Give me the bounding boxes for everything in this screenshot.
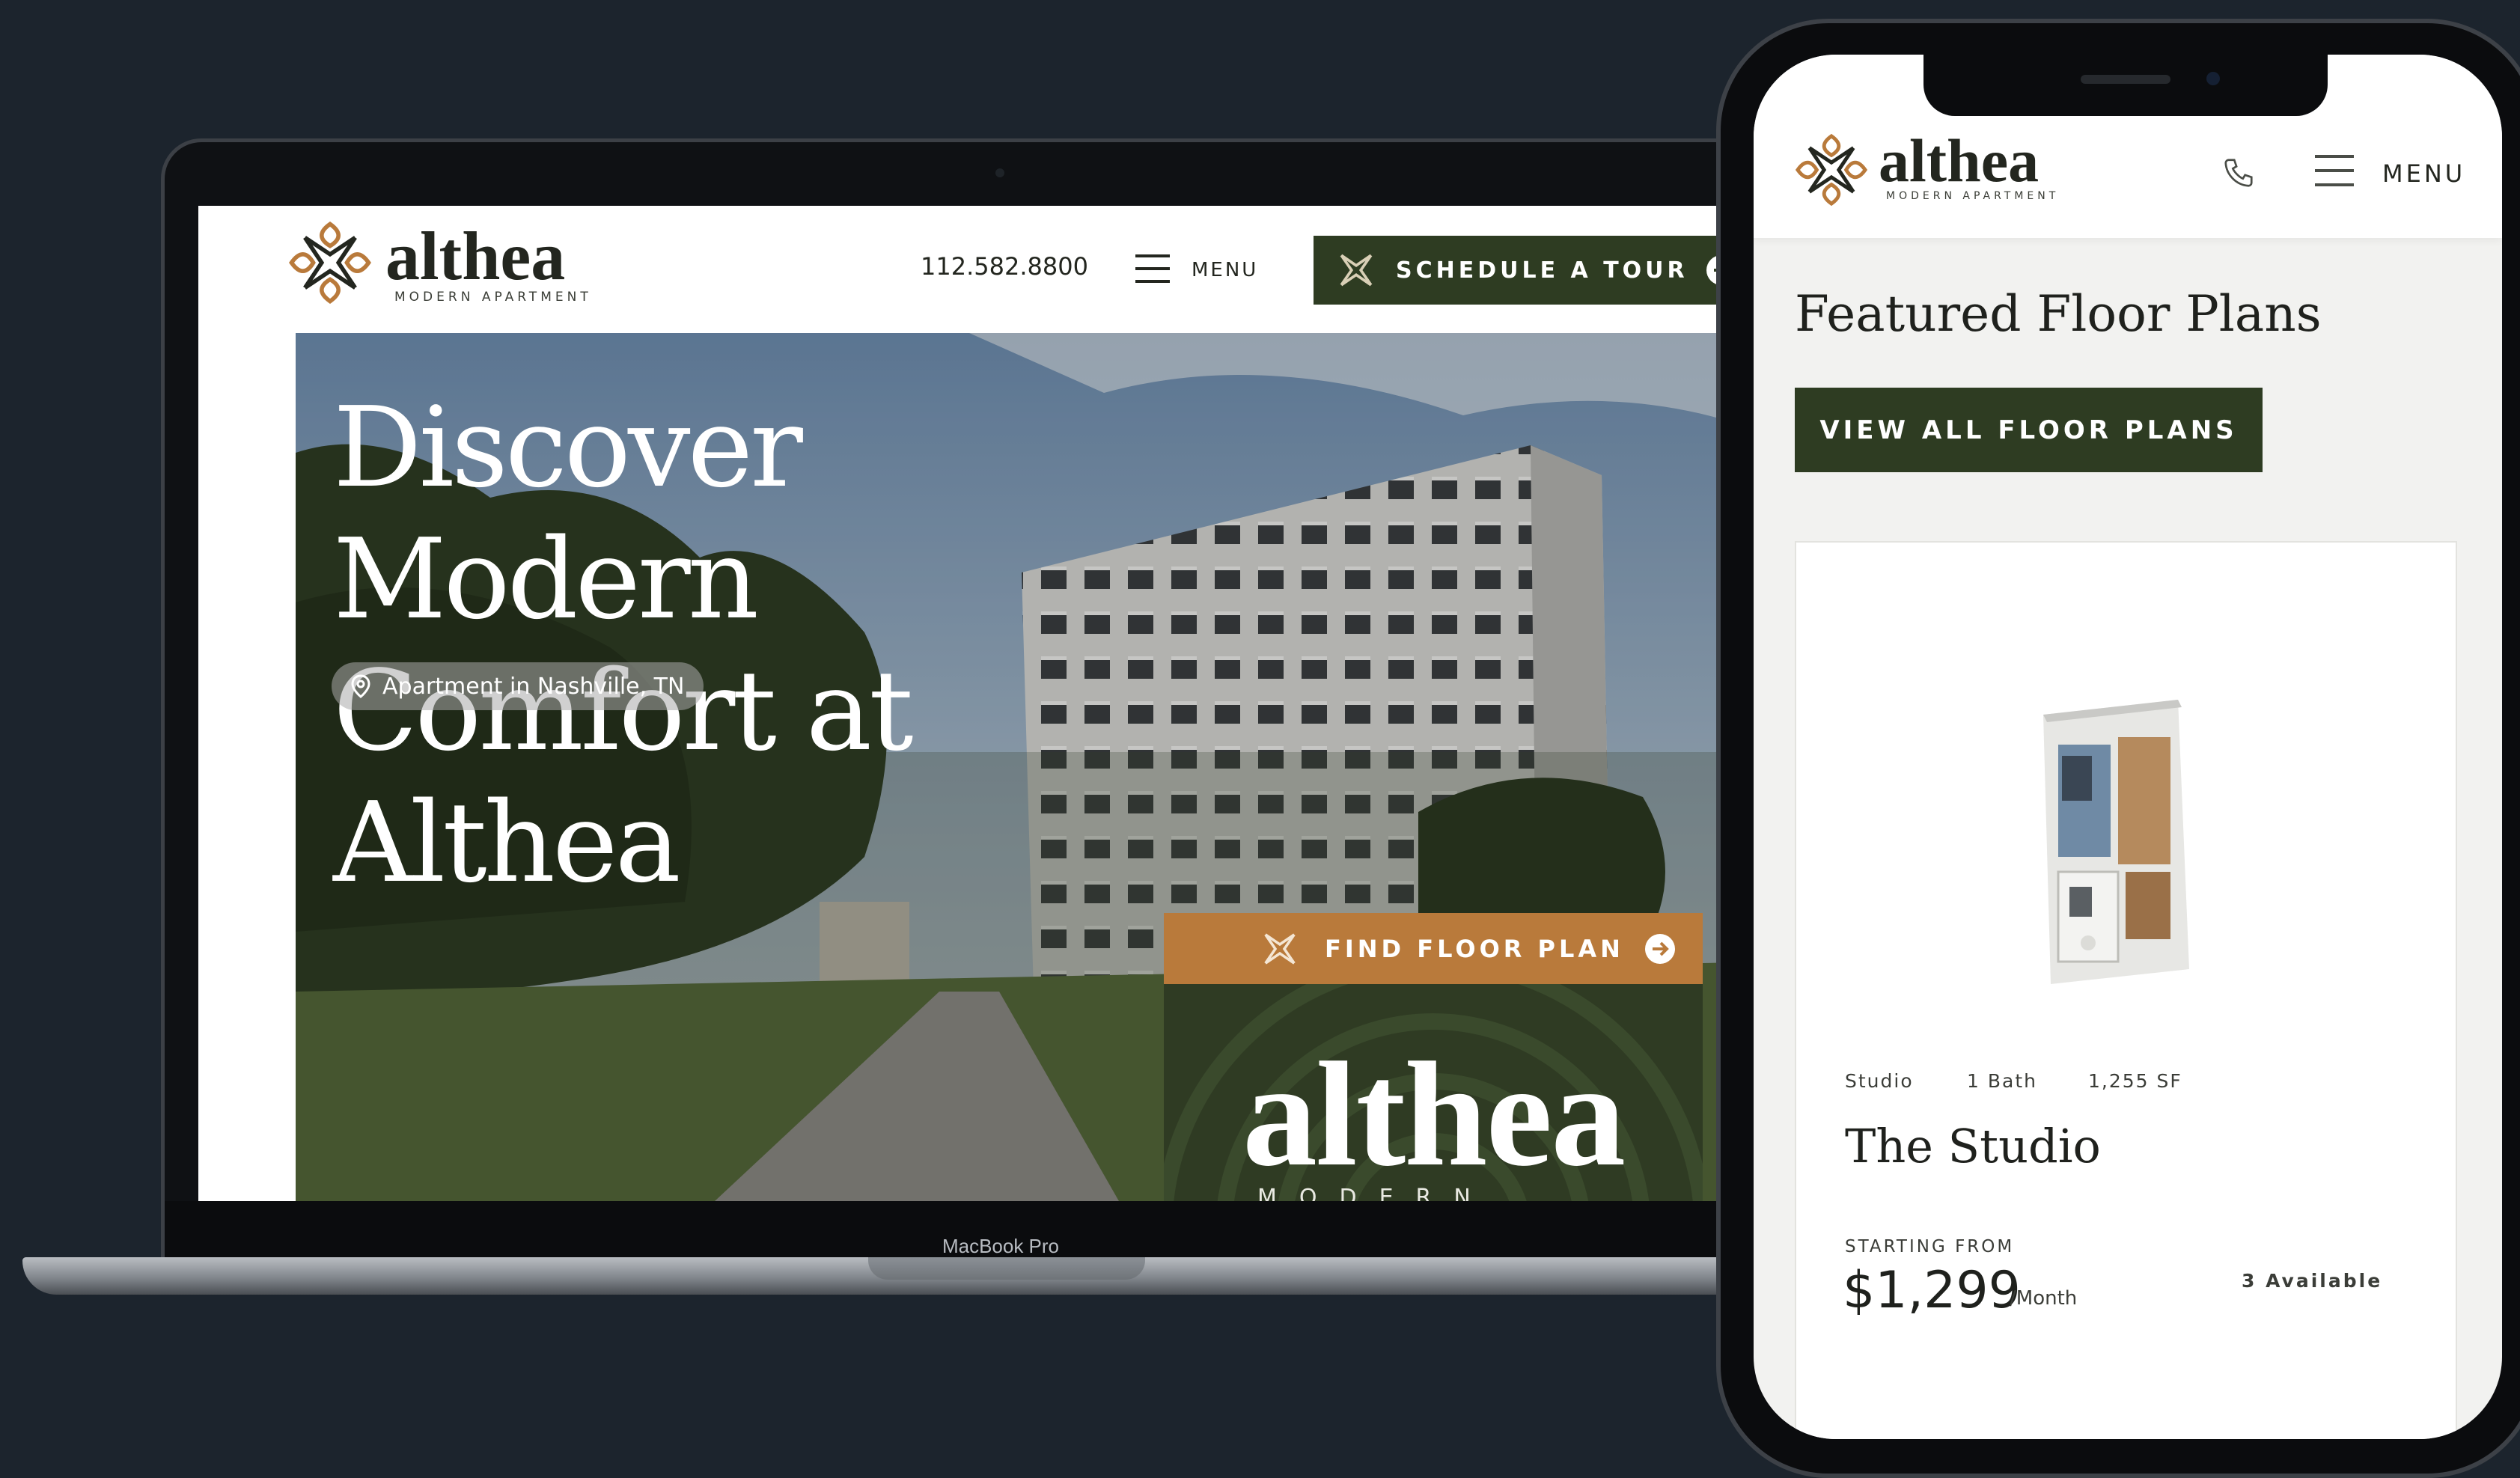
schedule-tour-label: SCHEDULE A TOUR [1396, 257, 1688, 284]
laptop-opening-notch [868, 1257, 1145, 1280]
phone-speaker [2081, 75, 2170, 84]
brand-wordmark: althea [385, 218, 566, 294]
phone-camera [2206, 72, 2220, 85]
availability: 3 Available [2242, 1270, 2383, 1292]
floor-plan-card[interactable]: Studio 1 Bath 1,255 SF The Studio STARTI… [1795, 541, 2457, 1439]
laptop-model-label: MacBook Pro [942, 1235, 1060, 1257]
brand-tagline: MODERN APARTMENT [394, 290, 592, 305]
hamburger-icon [2315, 155, 2354, 186]
price-unit: /Month [2010, 1287, 2078, 1310]
section-title: Featured Floor Plans [1795, 285, 2322, 343]
starting-from-label: STARTING FROM [1845, 1237, 2015, 1256]
panel-wordmark: althea [1242, 1032, 1626, 1197]
map-pin-icon [351, 674, 370, 698]
find-floor-plan-button[interactable]: FIND FLOOR PLAN [1164, 913, 1703, 984]
althea-logo-icon [1795, 133, 1868, 207]
phone-number-link[interactable]: 112.582.8800 [921, 252, 1088, 281]
hamburger-icon [1135, 254, 1170, 283]
price: $1,299 [1843, 1261, 2021, 1320]
menu-label: MENU [2382, 159, 2466, 188]
mobile-menu-button[interactable]: MENU [2315, 150, 2480, 195]
desktop-website: althea MODERN APARTMENT 112.582.8800 MEN… [198, 206, 1778, 1201]
althea-logo-icon [289, 222, 371, 304]
panel-tagline: MODERN APARTMENT [1257, 1185, 1493, 1201]
althea-mark-icon [1264, 932, 1296, 965]
mobile-website: althea MODERN APARTMENT MENU Featured Fl… [1754, 55, 2502, 1439]
hero-title-line-1: Discover Modern [333, 383, 803, 644]
floor-plan-name: The Studio [1845, 1119, 2101, 1173]
phone-icon[interactable] [2221, 156, 2256, 190]
brand-wordmark: althea [1879, 126, 2040, 195]
menu-button[interactable]: MENU [1135, 247, 1263, 292]
location-badge: Apartment in Nashville, TN [332, 662, 704, 710]
spec-bath: 1 Bath [1967, 1070, 2037, 1092]
view-all-floor-plans-button[interactable]: VIEW ALL FLOOR PLANS [1795, 388, 2263, 472]
spec-type: Studio [1845, 1070, 1914, 1092]
arrow-right-circle-icon [1644, 933, 1675, 964]
brand-panel: althea MODERN APARTMENT [1164, 984, 1703, 1201]
brand-tagline: MODERN APARTMENT [1886, 190, 2060, 202]
floor-plan-image [2043, 700, 2189, 984]
hero-title: Discover Modern Comfort at Althea [333, 382, 1231, 909]
menu-label: MENU [1192, 259, 1259, 281]
location-text: Apartment in Nashville, TN [382, 673, 685, 700]
spec-area: 1,255 SF [2088, 1070, 2182, 1092]
find-floor-plan-label: FIND FLOOR PLAN [1325, 934, 1624, 963]
schedule-tour-button[interactable]: SCHEDULE A TOUR [1314, 236, 1778, 305]
laptop-camera [995, 168, 1004, 177]
phone-notch [1923, 55, 2328, 116]
althea-mark-icon [1340, 254, 1373, 287]
